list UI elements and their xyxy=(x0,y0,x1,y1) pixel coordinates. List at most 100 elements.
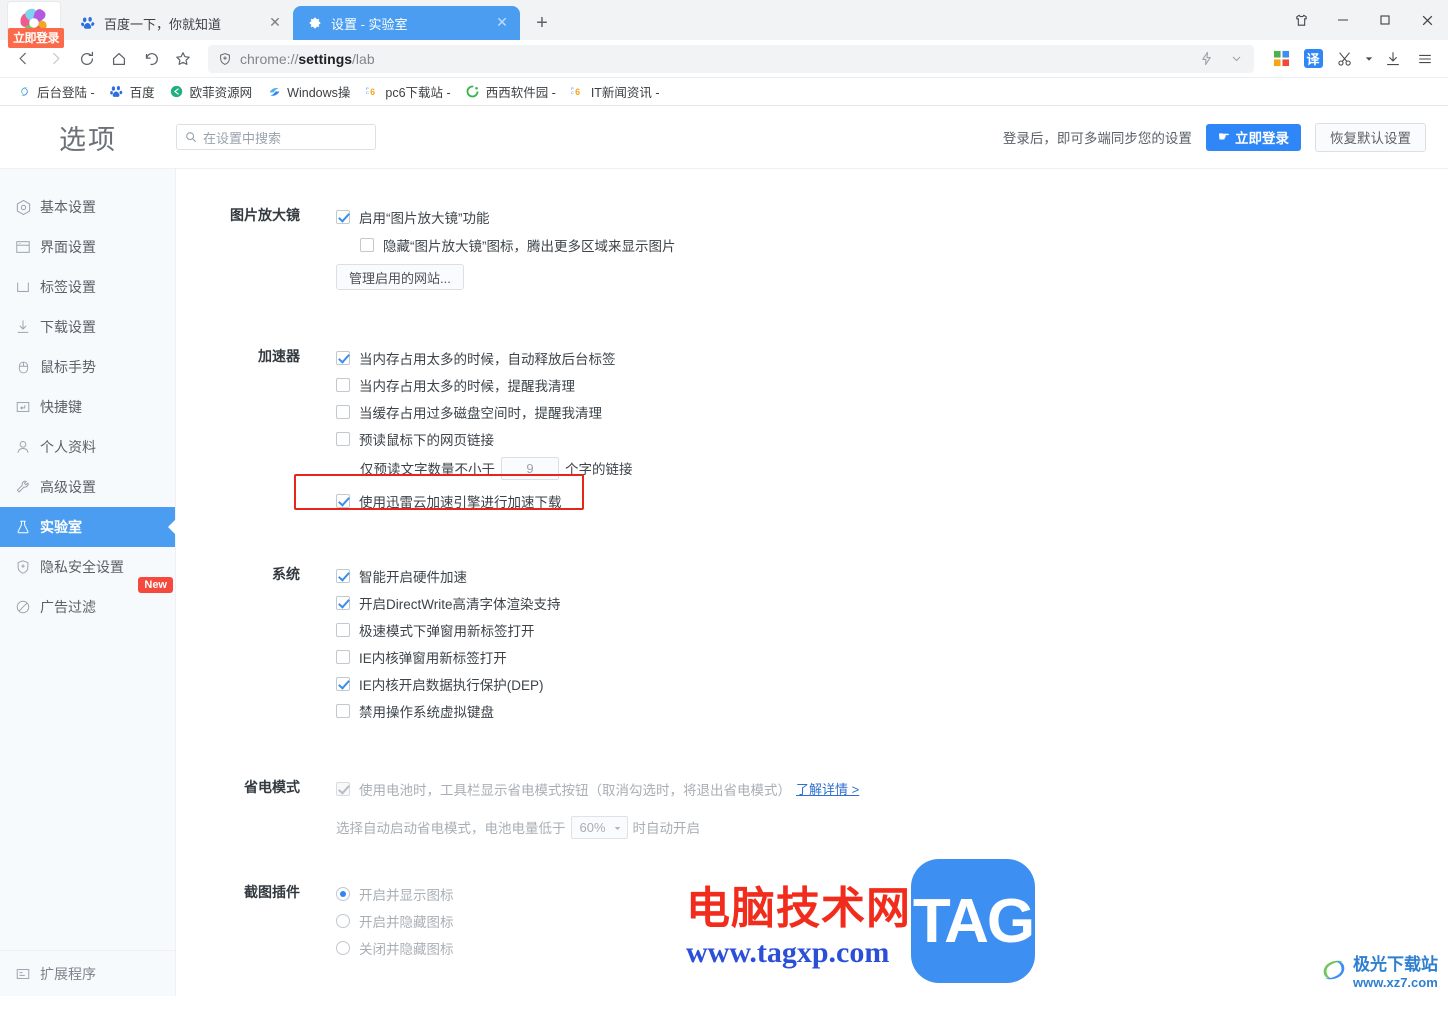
option-row[interactable]: 当内存占用太多的时候，自动释放后台标签 xyxy=(336,344,1448,371)
bookmark-item[interactable]: 后台登陆 - xyxy=(10,81,101,103)
undo-restore-icon[interactable] xyxy=(136,44,166,74)
tab-settings-lab[interactable]: 设置 - 实验室 ✕ xyxy=(293,6,520,40)
checkbox[interactable] xyxy=(336,703,350,718)
sidebar-item-tabs[interactable]: 标签设置 xyxy=(0,267,175,307)
option-row[interactable]: 开启DirectWrite高清字体渲染支持 xyxy=(336,589,1448,616)
url-domain: settings xyxy=(298,50,353,67)
settings-search-box[interactable]: 在设置中搜索 xyxy=(176,124,376,150)
option-row-thunder-accel[interactable]: 使用迅雷云加速引擎进行加速下载 xyxy=(336,484,1448,518)
checkbox[interactable] xyxy=(336,676,350,691)
sidebar-item-mouse-gestures[interactable]: 鼠标手势 xyxy=(0,347,175,387)
omnibox-actions xyxy=(1194,45,1254,73)
option-row[interactable]: 启用“图片放大镜”功能 xyxy=(336,203,1448,230)
checkbox[interactable] xyxy=(336,350,350,365)
bookmark-item[interactable]: 百度 xyxy=(103,81,161,103)
option-label: 开启并隐藏图标 xyxy=(359,914,454,930)
login-now-button[interactable]: ☛ 立即登录 xyxy=(1205,123,1301,151)
bookmark-item[interactable]: PC6 IT新闻资讯 - xyxy=(564,81,666,103)
checkbox[interactable] xyxy=(336,209,350,224)
option-row[interactable]: 智能开启硬件加速 xyxy=(336,562,1448,589)
settings-page: 选项 在设置中搜索 登录后，即可多端同步您的设置 ☛ 立即登录 恢复默认设置 基… xyxy=(0,106,1448,996)
sidebar-item-adblock[interactable]: 广告过滤 xyxy=(0,587,175,627)
checkbox[interactable] xyxy=(336,431,350,446)
checkbox[interactable] xyxy=(336,781,350,796)
option-row[interactable]: 隐藏“图片放大镜”图标，腾出更多区域来显示图片 xyxy=(336,230,1448,260)
sidebar-item-label: 个人资料 xyxy=(40,439,96,455)
close-icon[interactable]: ✕ xyxy=(267,15,283,31)
option-label: 使用电池时，工具栏显示省电模式按钮（取消勾选时，将退出省电模式） xyxy=(359,782,791,798)
auto-power-save-row: 选择自动启动省电模式，电池电量低于 60% 时自动开启 xyxy=(336,802,1448,852)
learn-more-link[interactable]: 了解详情 > xyxy=(796,779,859,798)
sidebar-item-profile[interactable]: 个人资料 xyxy=(0,427,175,467)
manage-enabled-sites-button[interactable]: 管理启用的网站... xyxy=(336,264,464,290)
lightning-icon[interactable] xyxy=(1194,47,1218,71)
windows-apps-icon[interactable] xyxy=(1266,44,1296,74)
sidebar-item-shortcuts[interactable]: 快捷键 xyxy=(0,387,175,427)
sidebar-item-label: 下载设置 xyxy=(40,319,96,335)
translate-label: 译 xyxy=(1303,49,1323,68)
checkbox[interactable] xyxy=(336,622,350,637)
bookmark-item[interactable]: Windows操 xyxy=(260,81,356,103)
checkbox[interactable] xyxy=(336,404,350,419)
sidebar-item-lab[interactable]: 实验室 xyxy=(0,507,175,547)
battery-threshold-select[interactable]: 60% xyxy=(570,815,628,839)
skin-shirt-icon[interactable] xyxy=(1280,2,1322,38)
checkbox[interactable] xyxy=(360,238,374,252)
login-now-badge[interactable]: 立即登录 xyxy=(8,28,64,48)
checkbox[interactable] xyxy=(336,649,350,664)
preread-length-input[interactable]: 9 xyxy=(501,456,559,480)
option-row[interactable]: 使用电池时，工具栏显示省电模式按钮（取消勾选时，将退出省电模式） 了解详情 > xyxy=(336,775,1448,802)
maximize-icon[interactable] xyxy=(1364,2,1406,38)
option-row[interactable]: IE内核弹窗用新标签打开 xyxy=(336,643,1448,670)
home-icon[interactable] xyxy=(104,44,134,74)
scissors-icon[interactable] xyxy=(1330,44,1360,74)
sidebar-item-extensions[interactable]: 扩展程序 xyxy=(0,951,175,996)
sidebar-item-label: 基本设置 xyxy=(40,199,96,215)
browser-logo-area[interactable]: 立即登录 xyxy=(8,2,64,58)
checkbox[interactable] xyxy=(336,494,350,508)
option-row[interactable]: 当内存占用太多的时候，提醒我清理 xyxy=(336,371,1448,398)
sidebar-item-downloads[interactable]: 下载设置 xyxy=(0,307,175,347)
preread-length-row: 仅预读文字数量不小于 9 个字的链接 xyxy=(336,452,1448,484)
jiguang-logo-icon xyxy=(1323,960,1345,980)
checkbox[interactable] xyxy=(336,568,350,583)
checkbox[interactable] xyxy=(336,377,350,392)
option-row[interactable]: 预读鼠标下的网页链接 xyxy=(336,425,1448,452)
menu-icon[interactable] xyxy=(1410,44,1440,74)
sidebar-item-advanced[interactable]: 高级设置 xyxy=(0,467,175,507)
cc-icon xyxy=(465,84,481,100)
option-row[interactable]: 当缓存占用过多磁盘空间时，提醒我清理 xyxy=(336,398,1448,425)
option-label: IE内核弹窗用新标签打开 xyxy=(359,650,507,666)
reload-icon[interactable] xyxy=(72,44,102,74)
reset-defaults-button[interactable]: 恢复默认设置 xyxy=(1315,122,1426,152)
sidebar-item-interface[interactable]: 界面设置 xyxy=(0,227,175,267)
checkbox[interactable] xyxy=(336,595,350,610)
option-row[interactable]: 禁用操作系统虚拟键盘 xyxy=(336,697,1448,724)
option-row[interactable]: IE内核开启数据执行保护(DEP) xyxy=(336,670,1448,697)
close-icon[interactable] xyxy=(1406,2,1448,38)
bookmark-item[interactable]: PC6 pc6下载站 - xyxy=(358,81,456,103)
option-row[interactable]: 极速模式下弹窗用新标签打开 xyxy=(336,616,1448,643)
radio-button[interactable] xyxy=(336,913,350,928)
sidebar-item-basic[interactable]: 基本设置 xyxy=(0,187,175,227)
download-icon[interactable] xyxy=(1378,44,1408,74)
radio-button[interactable] xyxy=(336,940,350,955)
scissors-dropdown-icon[interactable] xyxy=(1362,44,1376,74)
close-icon[interactable]: ✕ xyxy=(494,15,510,31)
address-bar[interactable]: chrome://settings/lab xyxy=(208,44,1254,73)
section-power-saving: 省电模式 使用电池时，工具栏显示省电模式按钮（取消勾选时，将退出省电模式） 了解… xyxy=(176,775,1448,852)
star-icon[interactable] xyxy=(168,44,198,74)
radio-button[interactable] xyxy=(336,886,350,901)
bookmark-item[interactable]: 西西软件园 - xyxy=(459,81,562,103)
mouse-icon xyxy=(14,358,32,376)
translate-icon[interactable]: 译 xyxy=(1298,44,1328,74)
shield-icon xyxy=(14,558,32,576)
new-tab-button[interactable]: + xyxy=(528,9,556,37)
chevron-down-icon[interactable] xyxy=(1224,47,1248,71)
watermark-jiguang: 极光下载站 www.xz7.com xyxy=(1319,950,1438,990)
minimize-icon[interactable] xyxy=(1322,2,1364,38)
bookmark-item[interactable]: 欧菲资源网 xyxy=(163,81,259,103)
tab-baidu[interactable]: 百度一下，你就知道 ✕ xyxy=(66,6,293,40)
section-body: 使用电池时，工具栏显示省电模式按钮（取消勾选时，将退出省电模式） 了解详情 > … xyxy=(336,775,1448,852)
bookmark-label: IT新闻资讯 - xyxy=(590,86,660,100)
